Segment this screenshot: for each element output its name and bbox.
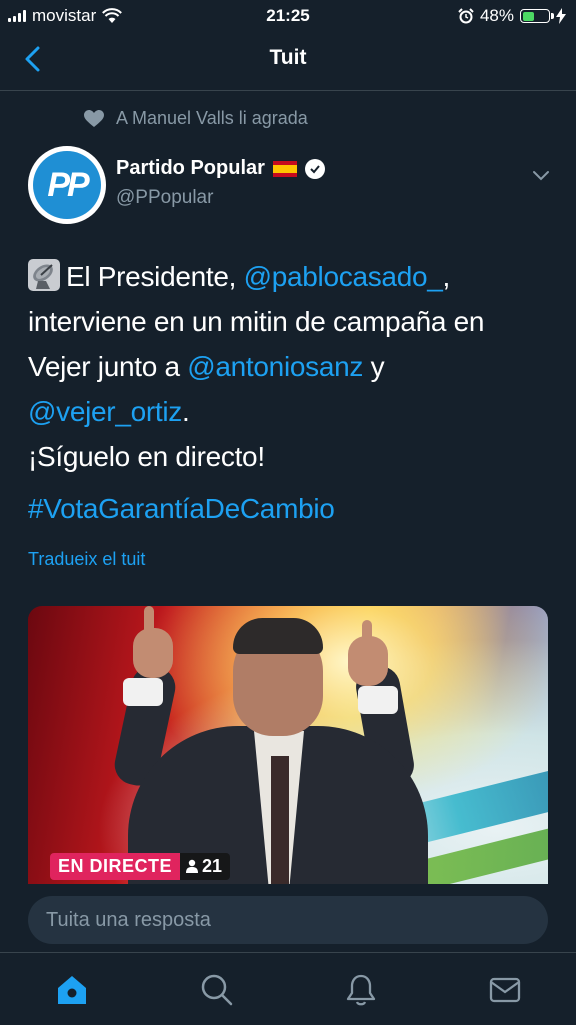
social-context-text: A Manuel Valls li agrada (116, 108, 308, 128)
speaker-finger (144, 606, 154, 636)
mention-link[interactable]: @pablocasado_ (244, 261, 443, 292)
page-title: Tuit (269, 46, 307, 69)
alarm-icon (458, 8, 474, 24)
live-label: EN DIRECTE (50, 852, 181, 880)
status-bar-right: 48% (458, 6, 566, 26)
live-badge: EN DIRECTE 21 (50, 852, 231, 880)
spain-flag-icon (272, 160, 297, 177)
translate-tweet-link[interactable]: Tradueix el tuit (28, 549, 145, 570)
person-icon (186, 859, 199, 873)
reply-input[interactable]: Tuita una resposta (28, 896, 548, 944)
satellite-antenna-icon (28, 259, 60, 291)
tweet-text-part: . (181, 396, 190, 427)
live-video-player[interactable]: EN DIRECTE 21 (28, 606, 548, 884)
speaker-hair (233, 618, 323, 654)
reply-bar: Tuita una resposta (0, 884, 576, 952)
speaker-cuff (358, 686, 398, 714)
battery-icon (520, 9, 554, 23)
nav-bar: Tuit (0, 32, 576, 91)
tab-bar (0, 952, 576, 1025)
search-icon[interactable] (200, 973, 234, 1007)
tweet-text-part: interviene en un mitin de campaña en (28, 306, 485, 337)
author-name-row[interactable]: Partido Popular (116, 157, 325, 180)
hashtag-link[interactable]: #VotaGarantíaDeCambio (28, 493, 335, 525)
tweet-text-part: ¡Síguelo en directo! (28, 441, 265, 472)
heart-icon (84, 109, 104, 127)
speaker-finger (362, 620, 372, 646)
chevron-down-icon[interactable] (530, 164, 552, 186)
tweet-text: El Presidente, @pablocasado_, interviene… (28, 254, 548, 479)
verified-badge-icon (304, 158, 325, 179)
speaker-hand (133, 628, 173, 678)
pp-logo: PP (33, 151, 101, 219)
speaker-cuff (123, 678, 163, 706)
tweet-text-part: y (363, 351, 385, 382)
status-bar: movistar 21:25 48% (0, 0, 576, 32)
author-handle[interactable]: @PPopular (116, 187, 213, 209)
speaker-tie (271, 756, 289, 884)
avatar[interactable]: PP (28, 146, 106, 224)
mention-link[interactable]: @vejer_ortiz (28, 396, 182, 427)
notifications-bell-icon[interactable] (344, 973, 378, 1007)
viewer-count-value: 21 (202, 855, 223, 876)
tweet-text-part: El Presidente, (66, 261, 244, 292)
home-icon[interactable] (55, 973, 89, 1007)
tweet-text-part: , (442, 261, 451, 292)
charging-bolt-icon (556, 8, 566, 24)
author-name: Partido Popular (116, 157, 265, 179)
viewer-count: 21 (180, 852, 231, 880)
mention-link[interactable]: @antoniosanz (187, 351, 363, 382)
social-context[interactable]: A Manuel Valls li agrada (84, 108, 308, 129)
tweet-text-part: Vejer junto a (28, 351, 188, 382)
battery-percent: 48% (479, 6, 514, 25)
messages-envelope-icon[interactable] (488, 973, 522, 1007)
battery-fill (522, 11, 535, 21)
